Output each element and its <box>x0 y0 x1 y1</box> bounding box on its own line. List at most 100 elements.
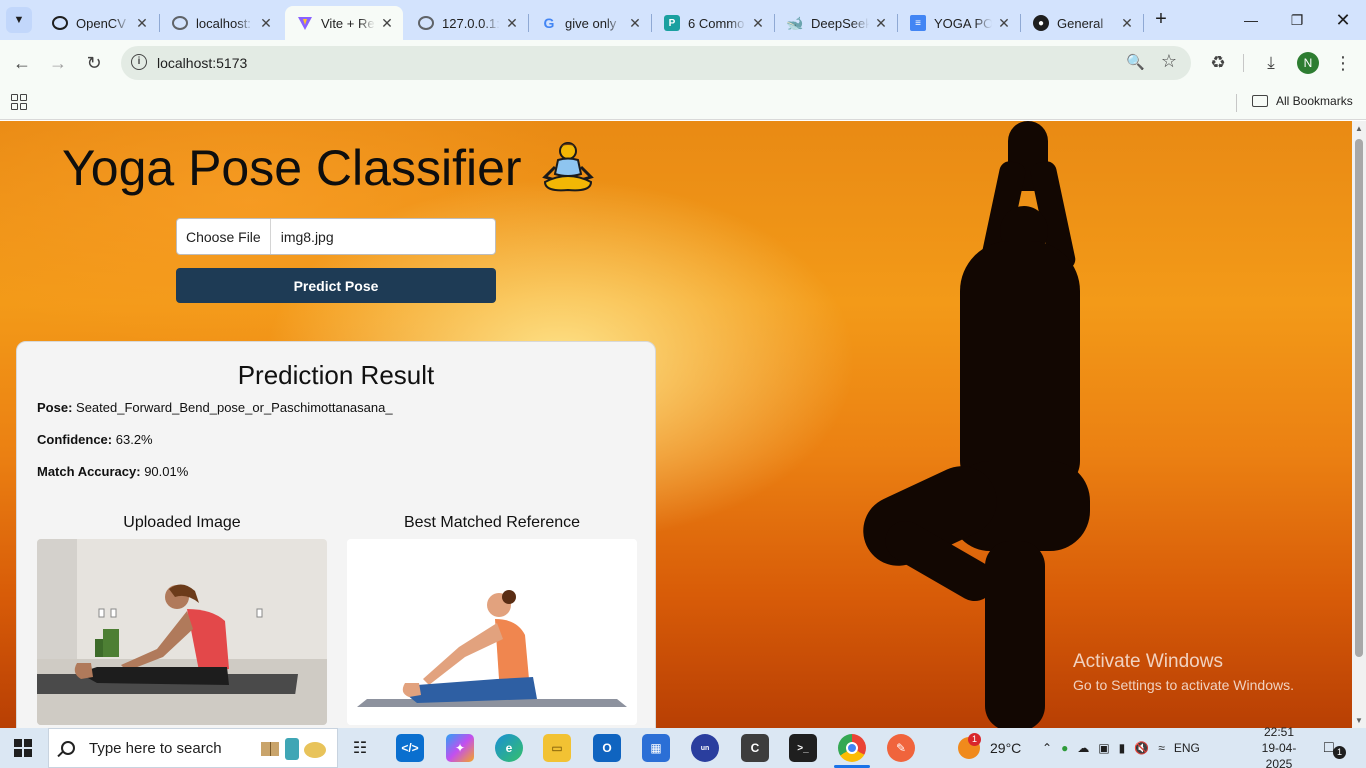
accuracy-value: 90.01% <box>144 464 189 479</box>
scroll-up-arrow-icon[interactable]: ▲ <box>1355 124 1363 133</box>
all-bookmarks-button[interactable]: All Bookmarks <box>1252 94 1353 108</box>
notification-icon: □ 1 <box>1324 739 1346 759</box>
close-icon[interactable]: ✕ <box>873 15 889 32</box>
accuracy-label: Match Accuracy: <box>37 464 141 479</box>
tab-search-chevron-icon[interactable]: ▼ <box>6 7 32 33</box>
tab-title: OpenCV | <box>76 15 130 31</box>
close-icon[interactable]: ✕ <box>627 15 643 32</box>
close-icon[interactable]: ✕ <box>134 15 150 32</box>
vscode-icon[interactable]: </> <box>396 734 424 762</box>
windows-taskbar: Type here to search ☷ </> ✦ e ▭ O ▦ un C… <box>0 725 1366 768</box>
forward-arrow-icon[interactable]: → <box>43 48 73 78</box>
onedrive-cloud-icon[interactable]: ☁ <box>1077 741 1089 755</box>
microsoft-store-icon[interactable]: ▦ <box>642 734 670 762</box>
profile-avatar[interactable]: N <box>1297 52 1319 74</box>
extensions-puzzle-icon[interactable]: ♻ <box>1206 51 1230 75</box>
address-bar[interactable]: i localhost:5173 🔍 ☆ <box>121 46 1191 80</box>
confidence-value: 63.2% <box>115 432 153 447</box>
window-close-icon[interactable]: ✕ <box>1320 0 1366 40</box>
copilot-icon[interactable]: ✦ <box>446 734 474 762</box>
search-highlight-icon <box>259 734 329 762</box>
tab-title: Vite + Re <box>321 15 375 31</box>
apps-grid-icon[interactable] <box>11 94 27 110</box>
minimize-icon[interactable]: — <box>1228 0 1274 40</box>
bookmarks-bar: All Bookmarks <box>0 86 1366 120</box>
reference-image-caption: Best Matched Reference <box>403 514 581 531</box>
activate-windows-title: Activate Windows <box>1073 651 1223 672</box>
vite-icon <box>297 15 313 31</box>
url-text[interactable]: localhost:5173 <box>157 55 247 71</box>
tab-google-give-only[interactable]: G give only ✕ <box>529 6 651 40</box>
weather-temperature: 29°C <box>990 740 1022 756</box>
predict-pose-button[interactable]: Predict Pose <box>176 268 496 303</box>
close-icon[interactable]: ✕ <box>379 15 395 32</box>
battery-icon[interactable]: ▮ <box>1119 741 1126 755</box>
globe-icon <box>172 16 188 30</box>
page-title: Yoga Pose Classifier <box>62 139 596 197</box>
close-icon[interactable]: ✕ <box>996 15 1012 32</box>
zoom-magnifier-icon[interactable]: 🔍 <box>1126 53 1145 71</box>
confidence-line: Confidence: 63.2% <box>37 432 153 447</box>
taskbar-search-box[interactable]: Type here to search <box>48 728 338 768</box>
scrollbar-thumb[interactable] <box>1355 139 1363 657</box>
tab-opencv[interactable]: OpenCV | ✕ <box>40 6 158 40</box>
weather-widget[interactable]: 1 29°C <box>958 728 1021 768</box>
page-title-text: Yoga Pose Classifier <box>62 140 522 196</box>
activate-windows-subtitle: Go to Settings to activate Windows. <box>1073 677 1294 693</box>
new-tab-plus-icon[interactable]: + <box>1150 8 1172 32</box>
language-indicator[interactable]: ENG <box>1174 741 1200 755</box>
speaker-muted-icon[interactable]: 🔇 <box>1134 741 1149 755</box>
wifi-icon[interactable]: ≈ <box>1158 741 1165 755</box>
chevron-up-icon[interactable]: ⌃ <box>1042 741 1052 755</box>
bookmark-star-icon[interactable]: ☆ <box>1161 51 1177 72</box>
security-shield-icon[interactable]: ● <box>1061 741 1068 755</box>
task-view-icon[interactable]: ☷ <box>346 734 374 762</box>
close-icon[interactable]: ✕ <box>504 15 520 32</box>
windows-start-icon[interactable] <box>14 739 32 757</box>
tab-deepseek[interactable]: 🐋 DeepSeek ✕ <box>775 6 897 40</box>
site-info-icon[interactable]: i <box>131 54 147 70</box>
file-input[interactable]: Choose File img8.jpg <box>176 218 496 255</box>
toolbar-divider <box>1243 54 1244 72</box>
notification-center-button[interactable]: □ 1 <box>1324 728 1346 768</box>
clock[interactable]: 22:51 19-04-2025 <box>1254 725 1304 768</box>
tab-vite-active[interactable]: Vite + Re ✕ <box>285 6 403 40</box>
edge-browser-icon[interactable]: e <box>495 734 523 762</box>
tab-6-common[interactable]: P 6 Commo ✕ <box>652 6 774 40</box>
c-app-icon[interactable]: C <box>741 734 769 762</box>
back-arrow-icon[interactable]: ← <box>7 48 37 78</box>
clock-date: 19-04-2025 <box>1261 741 1297 768</box>
deepseek-icon: 🐋 <box>786 14 804 31</box>
outlook-icon[interactable]: O <box>593 734 621 762</box>
result-heading: Prediction Result <box>237 360 435 390</box>
tab-separator <box>1143 14 1144 32</box>
reload-icon[interactable]: ↻ <box>79 48 109 78</box>
close-icon[interactable]: ✕ <box>1119 15 1135 32</box>
prediction-result-card: Prediction Result Pose: Seated_Forward_B… <box>16 341 656 728</box>
close-icon[interactable]: ✕ <box>750 15 766 32</box>
choose-file-button[interactable]: Choose File <box>177 219 271 254</box>
uploaded-image-caption: Uploaded Image <box>123 514 241 531</box>
download-icon[interactable]: ⤓ <box>1259 51 1283 75</box>
page-scrollbar[interactable]: ▲ ▼ <box>1352 121 1366 728</box>
postman-icon[interactable]: ✎ <box>887 734 915 762</box>
tab-title: 6 Commo <box>688 15 745 31</box>
folder-icon <box>1252 95 1268 107</box>
meet-now-icon[interactable]: ▣ <box>1098 741 1109 755</box>
tab-127-0-0-1[interactable]: 127.0.0.1: ✕ <box>406 6 528 40</box>
tab-localhost[interactable]: localhost: ✕ <box>160 6 282 40</box>
file-explorer-icon[interactable]: ▭ <box>543 734 571 762</box>
terminal-icon[interactable]: >_ <box>789 734 817 762</box>
search-icon <box>61 741 75 755</box>
kebab-menu-icon[interactable]: ⋮ <box>1331 51 1355 75</box>
close-icon[interactable]: ✕ <box>258 15 274 32</box>
tab-github-general[interactable]: ● General ✕ <box>1021 6 1143 40</box>
unstop-icon[interactable]: un <box>691 734 719 762</box>
system-tray: ⌃ ● ☁ ▣ ▮ 🔇 ≈ ENG <box>1042 728 1200 768</box>
tab-yoga-docs[interactable]: ≡ YOGA PO ✕ <box>898 6 1020 40</box>
restore-icon[interactable]: ❐ <box>1274 0 1320 40</box>
browser-toolbar: ← → ↻ i localhost:5173 🔍 ☆ ♻ ⤓ N ⋮ <box>0 40 1366 86</box>
chrome-icon[interactable] <box>838 734 866 762</box>
selected-file-name: img8.jpg <box>280 228 334 245</box>
scroll-down-arrow-icon[interactable]: ▼ <box>1355 716 1363 725</box>
